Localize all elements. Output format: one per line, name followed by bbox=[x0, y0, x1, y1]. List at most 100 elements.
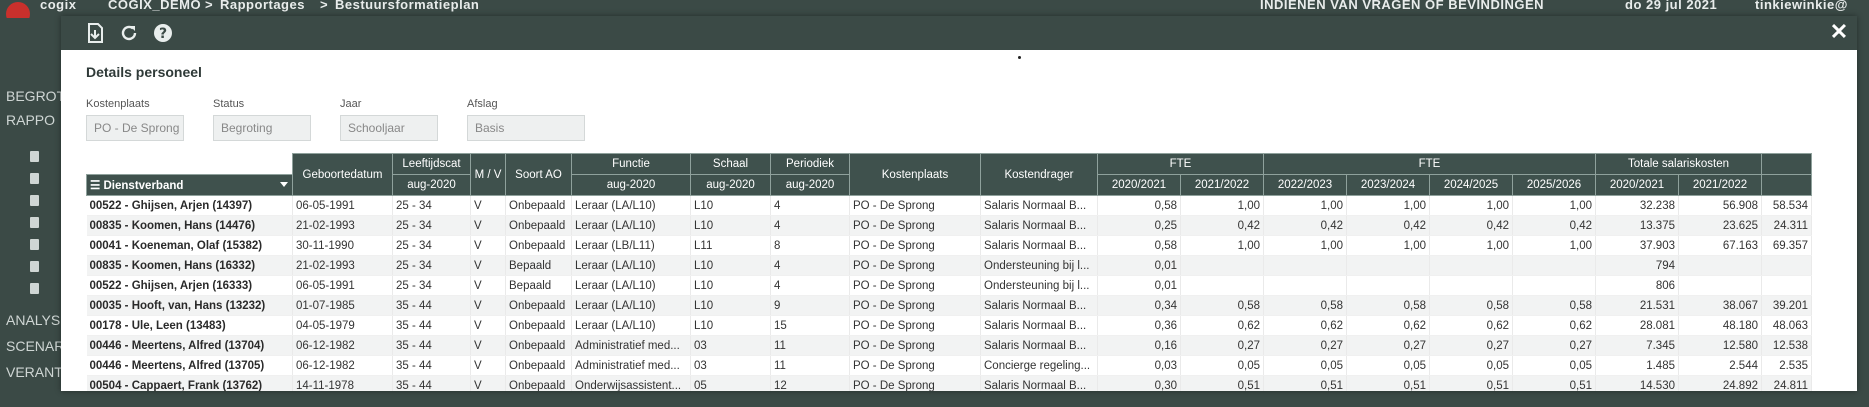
table-cell: 0,42 bbox=[1429, 215, 1513, 236]
table-cell: V bbox=[470, 295, 506, 316]
table-row[interactable]: 00504 - Cappaert, Frank (13762) 14-11-197… bbox=[86, 375, 1812, 391]
brand-name[interactable]: cogix bbox=[40, 0, 76, 12]
table-cell: 1,00 bbox=[1429, 195, 1513, 216]
status-field[interactable]: Begroting bbox=[213, 115, 311, 141]
table-cell bbox=[1346, 255, 1430, 276]
kostenplaats-field[interactable]: PO - De Sprong bbox=[86, 115, 184, 141]
table-cell: 1,00 bbox=[1429, 235, 1513, 256]
afslag-field[interactable]: Basis bbox=[467, 115, 585, 141]
sidebar: BEGROT RAPPO ANALYS SCENAR VERANT bbox=[0, 18, 65, 391]
table-cell: V bbox=[470, 315, 506, 336]
table-cell: 2.535 bbox=[1761, 355, 1812, 376]
table-cell: L10 bbox=[690, 295, 771, 316]
table-row[interactable]: 00835 - Koomen, Hans (14476) 21-02-1993 25… bbox=[86, 215, 1812, 236]
col-year[interactable]: 2020/2021 bbox=[1097, 174, 1181, 196]
col-soort-ao[interactable]: Soort AO bbox=[505, 153, 572, 196]
col-year[interactable]: 2025/2026 bbox=[1512, 174, 1596, 196]
sidebar-section[interactable]: ANALYS bbox=[6, 312, 60, 328]
close-icon[interactable]: ✕ bbox=[1827, 20, 1851, 44]
table-cell: L10 bbox=[690, 315, 771, 336]
employee-cell: 00178 - Ule, Leen (13483) bbox=[86, 315, 293, 336]
jaar-field[interactable]: Schooljaar bbox=[340, 115, 438, 141]
table-row[interactable]: 00446 - Meertens, Alfred (13704) 06-12-19… bbox=[86, 335, 1812, 356]
col-dienstverband[interactable]: ☰ Dienstverband bbox=[86, 174, 293, 196]
table-cell: 0,03 bbox=[1097, 355, 1181, 376]
table-cell: PO - De Sprong bbox=[849, 235, 981, 256]
table-cell: 11 bbox=[770, 355, 850, 376]
table-cell: Leraar (LA/L10) bbox=[571, 255, 691, 276]
table-row[interactable]: 00522 - Ghijsen, Arjen (16333) 06-05-1991… bbox=[86, 275, 1812, 296]
col-year[interactable] bbox=[1761, 174, 1812, 196]
refresh-icon[interactable] bbox=[117, 21, 141, 45]
col-schaal-period: aug-2020 bbox=[690, 174, 771, 196]
header-spacer bbox=[86, 153, 293, 175]
feedback-link[interactable]: INDIENEN VAN VRAGEN OF BEVINDINGEN bbox=[1260, 0, 1544, 12]
col-year[interactable]: 2020/2021 bbox=[1595, 174, 1679, 196]
table-row[interactable]: 00522 - Ghijsen, Arjen (14397) 06-05-1991… bbox=[86, 195, 1812, 216]
table-cell: 0,62 bbox=[1429, 315, 1513, 336]
download-icon[interactable] bbox=[83, 21, 107, 45]
employee-cell: 00446 - Meertens, Alfred (13705) bbox=[86, 355, 293, 376]
table-cell: 14-11-1978 bbox=[292, 375, 393, 391]
table-cell: 0,42 bbox=[1512, 215, 1596, 236]
table-cell: 9 bbox=[770, 295, 850, 316]
col-mv[interactable]: M / V bbox=[470, 153, 506, 196]
table-cell: Ondersteuning bij l... bbox=[980, 275, 1098, 296]
table-cell bbox=[1761, 255, 1812, 276]
table-cell: Salaris Normaal B... bbox=[980, 195, 1098, 216]
table-cell: V bbox=[470, 275, 506, 296]
table-cell: Onbepaald bbox=[505, 195, 572, 216]
col-functie[interactable]: Functie bbox=[571, 153, 691, 175]
breadcrumb-item[interactable]: Bestuursformatieplan bbox=[335, 0, 479, 12]
table-cell: 35 - 44 bbox=[392, 295, 471, 316]
table-cell: 4 bbox=[770, 255, 850, 276]
table-cell: 35 - 44 bbox=[392, 315, 471, 336]
report-icon bbox=[30, 217, 39, 228]
table-cell: 21-02-1993 bbox=[292, 215, 393, 236]
table-cell: 0,42 bbox=[1180, 215, 1264, 236]
table-cell: 0,58 bbox=[1180, 295, 1264, 316]
table-cell: 37.903 bbox=[1595, 235, 1679, 256]
sidebar-section[interactable]: RAPPO bbox=[6, 112, 55, 128]
col-kostenplaats[interactable]: Kostenplaats bbox=[849, 153, 981, 196]
filter-label: Afslag bbox=[467, 98, 498, 110]
table-cell: V bbox=[470, 375, 506, 391]
col-year[interactable]: 2024/2025 bbox=[1429, 174, 1513, 196]
table-cell: 23.625 bbox=[1678, 215, 1762, 236]
report-icon bbox=[30, 173, 39, 184]
col-year[interactable]: 2021/2022 bbox=[1678, 174, 1762, 196]
user-name[interactable]: tinkiewinkie@ bbox=[1755, 0, 1848, 12]
col-year[interactable]: 2023/2024 bbox=[1346, 174, 1430, 196]
table-row[interactable]: 00178 - Ule, Leen (13483) 04-05-1979 35 - … bbox=[86, 315, 1812, 336]
table-cell: L10 bbox=[690, 255, 771, 276]
sidebar-section[interactable]: BEGROT bbox=[6, 88, 65, 104]
table-cell: 15 bbox=[770, 315, 850, 336]
table-cell bbox=[1512, 255, 1596, 276]
sidebar-section[interactable]: SCENAR bbox=[6, 338, 64, 354]
help-icon[interactable]: ? bbox=[151, 21, 175, 45]
table-cell: Onbepaald bbox=[505, 335, 572, 356]
table-row[interactable]: 00041 - Koeneman, Olaf (15382) 30-11-1990… bbox=[86, 235, 1812, 256]
col-leeftijdscat[interactable]: Leeftijdscat bbox=[392, 153, 471, 175]
table-cell: 0,05 bbox=[1180, 355, 1264, 376]
table-row[interactable]: 00035 - Hooft, van, Hans (13232) 01-07-19… bbox=[86, 295, 1812, 316]
col-geboortedatum[interactable]: Geboortedatum bbox=[292, 153, 393, 196]
breadcrumb-item[interactable]: COGIX_DEMO bbox=[108, 0, 201, 12]
col-year[interactable]: 2021/2022 bbox=[1180, 174, 1264, 196]
col-schaal[interactable]: Schaal bbox=[690, 153, 771, 175]
table-cell: 12.538 bbox=[1761, 335, 1812, 356]
col-periodiek[interactable]: Periodiek bbox=[770, 153, 850, 175]
chevron-down-icon[interactable] bbox=[280, 182, 288, 187]
breadcrumb-item[interactable]: Rapportages bbox=[220, 0, 305, 12]
table-cell: 2.544 bbox=[1678, 355, 1762, 376]
table-cell bbox=[1180, 255, 1264, 276]
sidebar-section[interactable]: VERANT bbox=[6, 364, 63, 380]
table-cell: 806 bbox=[1595, 275, 1679, 296]
col-year[interactable]: 2022/2023 bbox=[1263, 174, 1347, 196]
table-cell: 0,01 bbox=[1097, 255, 1181, 276]
table-cell: Administratief med... bbox=[571, 355, 691, 376]
table-row[interactable]: 00446 - Meertens, Alfred (13705) 06-12-19… bbox=[86, 355, 1812, 376]
table-row[interactable]: 00835 - Koomen, Hans (16332) 21-02-1993 25… bbox=[86, 255, 1812, 276]
col-kostendrager[interactable]: Kostendrager bbox=[980, 153, 1098, 196]
report-icon bbox=[30, 283, 39, 294]
